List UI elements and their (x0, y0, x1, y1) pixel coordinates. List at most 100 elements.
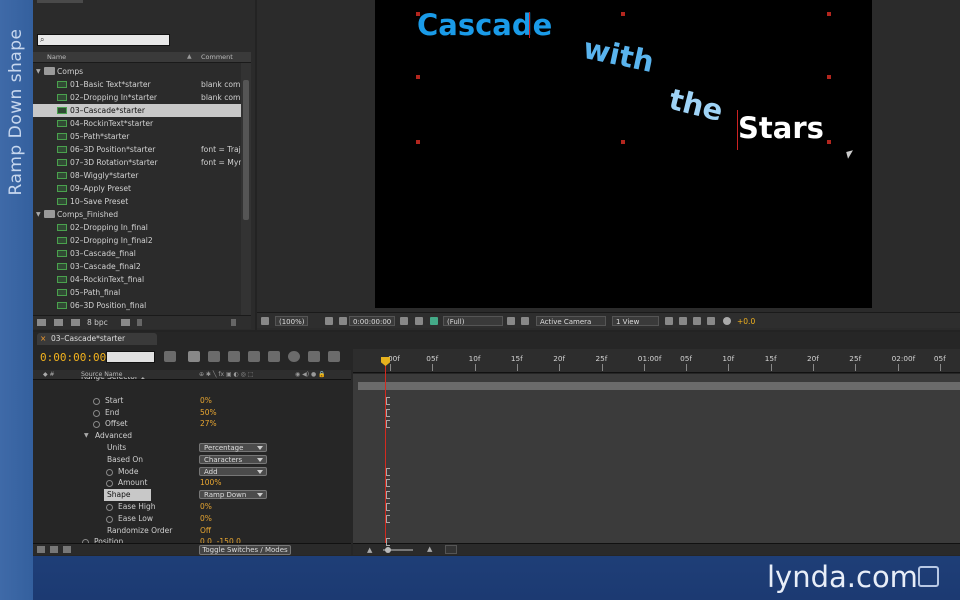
project-comp-row[interactable]: 02–Dropping In_final (33, 221, 241, 234)
new-folder-icon[interactable] (54, 319, 63, 326)
composition-canvas[interactable]: Cascade with the Stars (375, 0, 872, 308)
brainstorm-icon[interactable] (268, 351, 280, 362)
transparency-grid-icon[interactable] (521, 317, 529, 325)
project-scroll-thumb[interactable] (243, 80, 249, 220)
property-row[interactable]: Based On Characters (33, 454, 351, 466)
property-value[interactable]: 0% (200, 395, 212, 407)
fast-previews-icon[interactable] (679, 317, 687, 325)
keyframe-marker[interactable] (386, 538, 390, 547)
show-snapshot-icon[interactable] (415, 317, 423, 325)
interpret-footage-icon[interactable] (37, 319, 46, 326)
property-value[interactable]: 27% (200, 418, 217, 430)
property-row[interactable]: Amount 100% (33, 477, 351, 489)
zoom-slider-thumb[interactable] (385, 547, 391, 553)
zoom-out-icon[interactable]: ▲ (367, 546, 372, 554)
graph-editor-icon[interactable] (308, 351, 320, 362)
timeline-toggle-icon[interactable] (693, 317, 701, 325)
layer-handle[interactable] (621, 12, 625, 16)
view-layout-dropdown[interactable]: 1 View (612, 316, 659, 326)
property-row[interactable]: Start 0% (33, 395, 351, 407)
property-row[interactable]: Range Selector 1 (33, 377, 351, 383)
pixel-aspect-icon[interactable] (665, 317, 673, 325)
keyframe-marker[interactable] (386, 420, 390, 429)
property-value[interactable]: Off (200, 525, 211, 537)
property-row[interactable]: End 50% (33, 407, 351, 419)
zoom-in-icon[interactable]: ▲ (427, 545, 432, 553)
layer-handle[interactable] (416, 140, 420, 144)
property-dropdown[interactable]: Ramp Down (199, 490, 267, 500)
keyframe-marker[interactable] (386, 408, 390, 417)
property-value[interactable]: 50% (200, 407, 217, 419)
project-comp-row[interactable]: 02–Dropping In*starter blank com (33, 91, 241, 104)
project-search-input[interactable]: ⌕ (37, 34, 170, 46)
project-folder-row[interactable]: ▼ Comps (33, 65, 241, 78)
property-row[interactable]: Shape Ramp Down (33, 489, 351, 501)
layer-handle[interactable] (827, 140, 831, 144)
keyframe-marker[interactable] (386, 491, 390, 500)
project-folder-row[interactable]: ▼ Comps_Finished (33, 208, 241, 221)
property-row[interactable]: Units Percentage (33, 442, 351, 454)
project-comp-row[interactable]: 05–Path*starter (33, 130, 241, 143)
keyframe-marker[interactable] (386, 479, 390, 488)
property-row[interactable]: Randomize Order Off (33, 525, 351, 537)
current-time-display[interactable]: 0:00:00:00 (349, 316, 396, 326)
color-channel-icon[interactable] (430, 317, 438, 325)
project-comp-row[interactable]: 10–Save Preset (33, 195, 241, 208)
frame-blending-icon[interactable] (228, 351, 240, 362)
close-tab-icon[interactable]: × (40, 333, 46, 345)
project-comp-row[interactable]: 03–Cascade_final2 (33, 260, 241, 273)
folder-expand-icon[interactable]: ▼ (36, 65, 41, 78)
draft-3d-icon[interactable] (188, 351, 200, 362)
exposure-value[interactable]: +0.0 (737, 317, 755, 326)
toggle-switches-modes-button[interactable]: Toggle Switches / Modes (199, 545, 291, 555)
project-comp-row[interactable]: 04–RockinText*starter (33, 117, 241, 130)
property-dropdown[interactable]: Percentage (199, 443, 267, 452)
transfer-controls-icon[interactable] (50, 546, 58, 553)
region-of-interest-icon[interactable] (507, 317, 515, 325)
mask-visibility-icon[interactable] (339, 317, 347, 325)
project-comp-row[interactable]: 07–3D Rotation*starter font = Myr (33, 156, 241, 169)
layer-handle[interactable] (416, 12, 420, 16)
property-dropdown[interactable]: Characters (199, 454, 267, 464)
always-preview-icon[interactable] (261, 317, 269, 325)
comment-column-header[interactable]: Comment (201, 53, 233, 61)
property-value[interactable]: 0% (200, 513, 212, 525)
trash-icon[interactable] (121, 319, 130, 326)
timeline-scroll-left[interactable] (445, 545, 457, 554)
property-value[interactable]: 0% (200, 501, 212, 513)
property-row[interactable]: Ease Low 0% (33, 513, 351, 525)
project-comp-row[interactable]: 06–3D Position_final (33, 299, 241, 312)
in-out-panes-icon[interactable] (63, 546, 71, 553)
project-comp-row[interactable]: 06–3D Position*starter font = Traj (33, 143, 241, 156)
project-comp-row[interactable]: 03–Cascade*starter (33, 104, 241, 117)
property-row[interactable]: Ease High 0% (33, 501, 351, 513)
folder-expand-icon[interactable]: ▼ (36, 208, 41, 221)
layer-handle[interactable] (827, 12, 831, 16)
current-time-field[interactable]: 0:00:00:00 (40, 351, 106, 364)
snapshot-icon[interactable] (400, 317, 408, 325)
project-comp-row[interactable]: 09–Apply Preset (33, 182, 241, 195)
project-comp-row[interactable]: 01–Basic Text*starter blank com (33, 78, 241, 91)
scroll-left-icon[interactable] (137, 319, 142, 326)
stopwatch-icon[interactable] (93, 409, 100, 417)
scroll-right-icon[interactable] (231, 319, 236, 326)
hide-shy-layers-icon[interactable] (208, 351, 220, 362)
motion-blur-icon[interactable] (248, 351, 260, 362)
timeline-search-input[interactable] (106, 351, 155, 363)
comp-mini-flowchart-icon[interactable] (164, 351, 176, 362)
project-comp-row[interactable]: 08–Wiggly*starter (33, 169, 241, 182)
project-comp-row[interactable]: 02–Dropping In_final2 (33, 234, 241, 247)
layer-switches-icon[interactable] (37, 546, 45, 553)
track-area[interactable] (353, 374, 960, 543)
flowchart-icon[interactable] (707, 317, 715, 325)
keyframe-marker[interactable] (386, 396, 390, 405)
resolution-dropdown[interactable]: (Full) (443, 316, 503, 326)
keyframe-marker[interactable] (386, 467, 390, 476)
layer-handle[interactable] (416, 75, 420, 79)
stopwatch-icon[interactable] (93, 397, 100, 405)
new-comp-icon[interactable] (71, 319, 80, 326)
project-comp-row[interactable]: 05–Path_final (33, 286, 241, 299)
keyframe-marker[interactable] (386, 514, 390, 523)
keyframe-marker[interactable] (386, 503, 390, 511)
timeline-tab[interactable]: × 03–Cascade*starter (37, 333, 157, 345)
